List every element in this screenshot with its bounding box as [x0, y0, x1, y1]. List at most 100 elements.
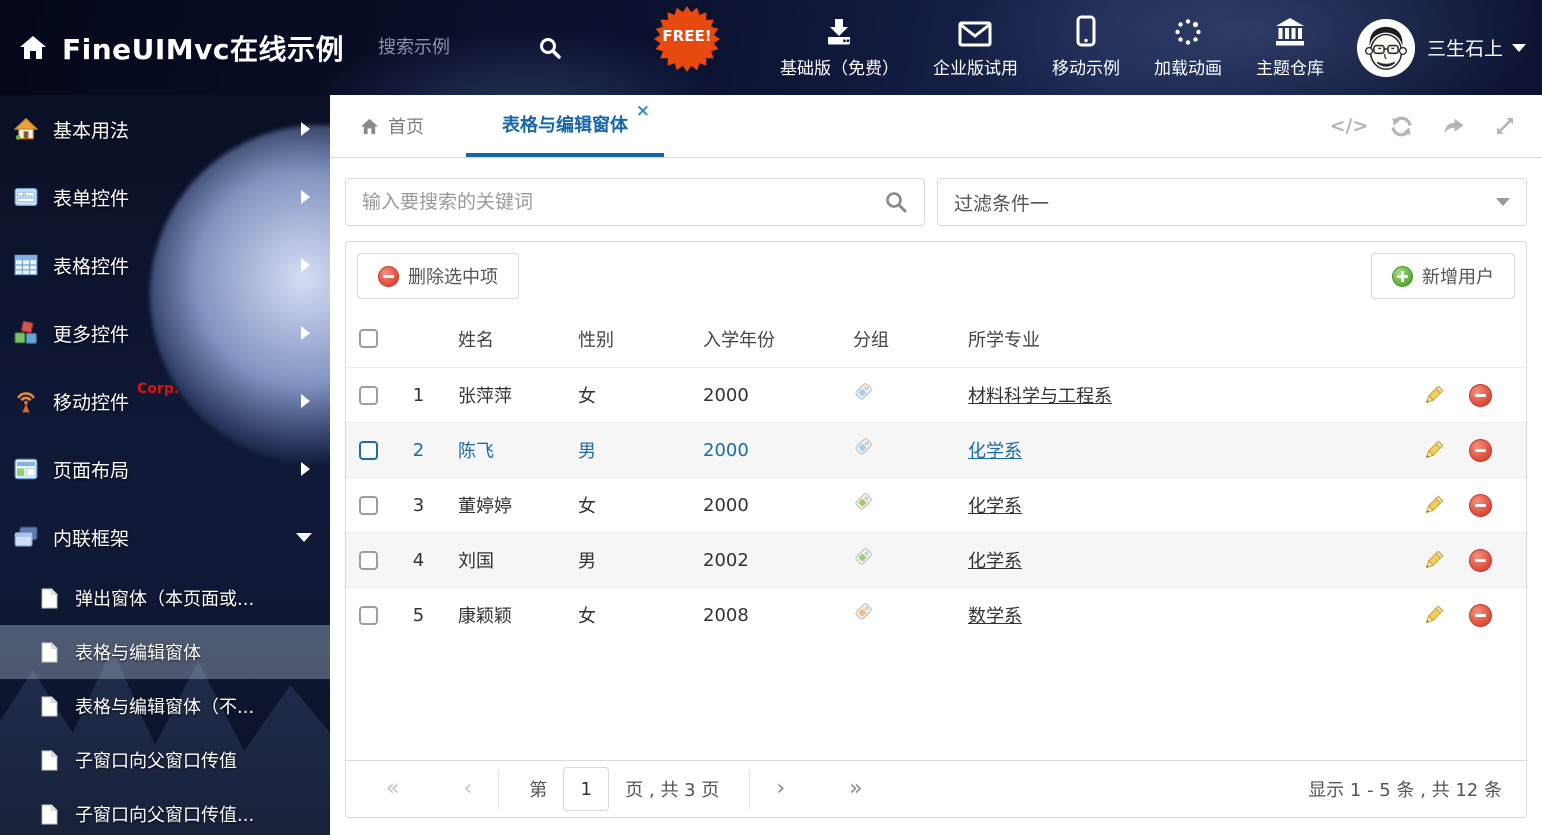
edit-icon[interactable]	[1422, 439, 1445, 462]
chevron-right-icon	[301, 394, 310, 408]
source-code-icon[interactable]: </>	[1330, 113, 1369, 139]
column-header-year[interactable]: 入学年份	[691, 326, 841, 352]
main-content: 首页 表格与编辑窗体 × </> 过滤条件一	[330, 95, 1542, 835]
cell-name: 康颖颖	[458, 606, 512, 627]
nav-item-basic-edition[interactable]: 基础版（免费）	[763, 0, 916, 95]
bank-icon	[1274, 17, 1306, 47]
first-page-button[interactable]: «	[386, 778, 399, 800]
cell-gender: 女	[578, 386, 596, 407]
tag-icon	[841, 601, 956, 629]
search-icon[interactable]	[884, 190, 908, 214]
cell-gender: 男	[578, 551, 596, 572]
filter-dropdown[interactable]: 过滤条件一	[937, 178, 1527, 226]
sidebar-subitem-popup-window[interactable]: 弹出窗体（本页面或...	[0, 571, 330, 625]
home-icon	[360, 118, 379, 134]
major-link[interactable]: 化学系	[968, 441, 1022, 462]
add-user-button[interactable]: 新增用户	[1371, 253, 1515, 299]
header-nav: FREE! 基础版（免费） 企业版试用 移动示例 加载动画 主题仓库	[653, 0, 1341, 95]
nav-item-enterprise-trial[interactable]: 企业版试用	[916, 0, 1035, 95]
delete-row-icon[interactable]	[1469, 603, 1492, 627]
sidebar-item-page-layout[interactable]: 页面布局	[0, 435, 330, 503]
cell-year: 2008	[703, 604, 749, 626]
row-checkbox[interactable]	[359, 605, 378, 625]
sidebar-subitem-child-to-parent[interactable]: 子窗口向父窗口传值	[0, 733, 330, 787]
tab-bar: 首页 表格与编辑窗体 × </>	[330, 95, 1542, 158]
row-checkbox[interactable]	[359, 385, 378, 405]
chevron-right-icon	[301, 190, 310, 204]
tab-home[interactable]: 首页	[360, 95, 424, 157]
sidebar-item-more-controls[interactable]: 更多控件	[0, 299, 330, 367]
expand-icon[interactable]	[1492, 113, 1518, 139]
refresh-icon[interactable]	[1388, 113, 1414, 139]
keyword-search-input[interactable]	[362, 191, 884, 213]
delete-selected-button[interactable]: 删除选中项	[357, 253, 519, 299]
file-icon	[40, 803, 59, 825]
chevron-down-icon	[1496, 198, 1510, 206]
free-badge: FREE!	[653, 5, 721, 73]
home-icon	[13, 117, 39, 141]
sidebar-item-iframe[interactable]: 内联框架	[0, 503, 330, 571]
app-title: FineUIMvc在线示例	[62, 32, 345, 66]
column-header-name[interactable]: 姓名	[446, 326, 566, 352]
file-icon	[40, 695, 59, 717]
delete-row-icon[interactable]	[1469, 438, 1492, 462]
record-summary: 显示 1 - 5 条 , 共 12 条	[1308, 780, 1502, 801]
chevron-right-icon	[301, 122, 310, 136]
sidebar-item-mobile-controls[interactable]: 移动控件 Corp.	[0, 367, 330, 435]
column-header-gender[interactable]: 性别	[566, 326, 691, 352]
search-icon[interactable]	[538, 36, 562, 60]
nav-item-theme-repo[interactable]: 主题仓库	[1239, 0, 1341, 95]
sidebar-item-form-controls[interactable]: 表单控件	[0, 163, 330, 231]
cell-year: 2002	[703, 549, 749, 571]
open-in-new-icon[interactable]	[1440, 113, 1466, 139]
row-checkbox[interactable]	[359, 495, 378, 515]
sidebar-item-grid-controls[interactable]: 表格控件	[0, 231, 330, 299]
nav-item-mobile-demo[interactable]: 移动示例	[1035, 0, 1137, 95]
last-page-button[interactable]: »	[849, 778, 862, 800]
plus-icon	[1392, 265, 1413, 287]
cell-name: 张萍萍	[458, 386, 512, 407]
tag-icon	[841, 381, 956, 409]
major-link[interactable]: 化学系	[968, 496, 1022, 517]
major-link[interactable]: 材料科学与工程系	[968, 386, 1112, 407]
sidebar-subitem-grid-edit-window-2[interactable]: 表格与编辑窗体（不...	[0, 679, 330, 733]
home-icon[interactable]	[18, 33, 48, 63]
prev-page-button[interactable]: ‹	[463, 778, 472, 800]
spinner-icon	[1173, 17, 1203, 47]
delete-row-icon[interactable]	[1469, 493, 1492, 517]
tab-grid-edit-window[interactable]: 表格与编辑窗体 ×	[466, 95, 664, 157]
table-header-row: 姓名 性别 入学年份 分组 所学专业	[346, 310, 1526, 367]
username: 三生石上	[1426, 38, 1503, 60]
pager-divider	[498, 769, 500, 809]
major-link[interactable]: 化学系	[968, 551, 1022, 572]
edit-icon[interactable]	[1422, 604, 1445, 627]
row-checkbox[interactable]	[359, 440, 378, 460]
select-all-checkbox[interactable]	[359, 329, 378, 348]
table-row: 2 陈飞 男 2000 化学系	[346, 422, 1526, 477]
header-search-input[interactable]	[378, 37, 529, 58]
user-menu[interactable]: 三生石上	[1356, 18, 1526, 77]
edit-icon[interactable]	[1422, 384, 1445, 407]
table-row: 1 张萍萍 女 2000 材料科学与工程系	[346, 367, 1526, 422]
row-checkbox[interactable]	[359, 550, 378, 570]
cell-year: 2000	[703, 384, 749, 406]
next-page-button[interactable]: ›	[776, 778, 785, 800]
pagination-bar: « ‹ 第 页 , 共 3 页 › » 显示 1 - 5 条 , 共 12 条	[346, 760, 1526, 817]
edit-icon[interactable]	[1422, 549, 1445, 572]
column-header-major[interactable]: 所学专业	[956, 326, 1416, 352]
close-icon[interactable]: ×	[636, 103, 650, 120]
sidebar-item-basic-usage[interactable]: 基本用法	[0, 95, 330, 163]
page-number-input[interactable]	[563, 767, 610, 811]
tabbar-tools: </>	[1330, 95, 1542, 157]
sidebar-subitem-grid-edit-window[interactable]: 表格与编辑窗体	[0, 625, 330, 679]
tag-icon	[841, 436, 956, 464]
delete-row-icon[interactable]	[1469, 548, 1492, 572]
delete-row-icon[interactable]	[1469, 383, 1492, 407]
cell-gender: 女	[578, 606, 596, 627]
cubes-icon	[14, 320, 38, 345]
nav-item-loading-animation[interactable]: 加载动画	[1137, 0, 1239, 95]
sidebar-subitem-child-to-parent-2[interactable]: 子窗口向父窗口传值...	[0, 787, 330, 835]
column-header-group[interactable]: 分组	[841, 326, 956, 352]
edit-icon[interactable]	[1422, 494, 1445, 517]
major-link[interactable]: 数学系	[968, 606, 1022, 627]
